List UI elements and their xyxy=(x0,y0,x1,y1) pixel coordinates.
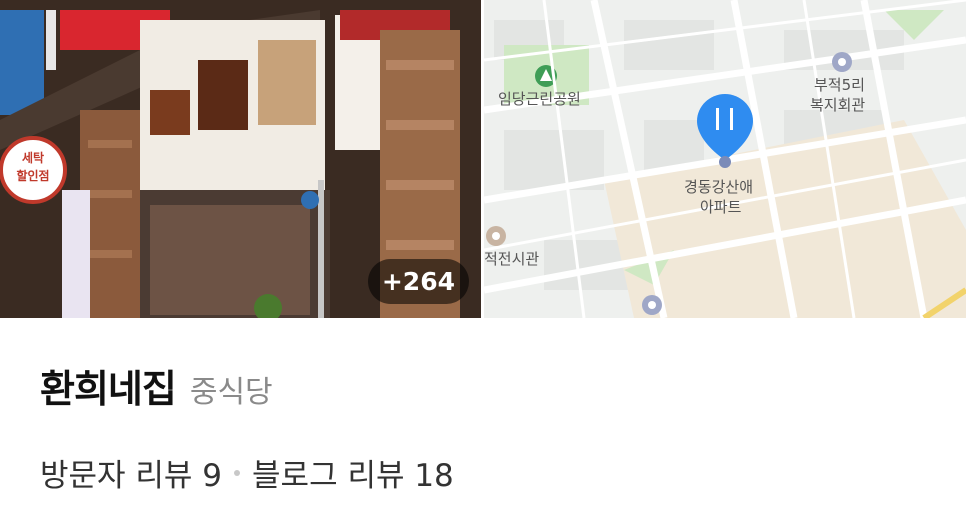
map-label-welfare-center-1: 부적5리 xyxy=(814,76,865,94)
visitor-review-link[interactable]: 방문자 리뷰 9 xyxy=(40,450,222,495)
map-thumbnail[interactable]: 임당근린공원 부적5리 복지회관 경동강산애 아파트 적전시관 xyxy=(484,0,966,318)
map-label-welfare-center-2: 복지회관 xyxy=(810,96,866,114)
laundry-sign-text-1: 세탁 xyxy=(22,150,44,165)
place-name: 환희네집 xyxy=(40,367,177,411)
map-label-hall: 적전시관 xyxy=(484,250,540,268)
map-label-park: 임당근린공원 xyxy=(498,90,581,108)
blog-review-link[interactable]: 블로그 리뷰 18 xyxy=(252,450,454,495)
place-category: 중식당 xyxy=(189,375,273,410)
map-label-apartment-2: 아파트 xyxy=(700,198,742,216)
map-label-apartment-1: 경동강산애 xyxy=(684,178,754,196)
map-image xyxy=(484,0,966,318)
review-summary: 방문자 리뷰 9 블로그 리뷰 18 xyxy=(40,450,454,495)
storefront-photo[interactable]: 세탁 할인점 +264 xyxy=(0,0,481,318)
laundry-sign-text-2: 할인점 xyxy=(16,168,49,183)
place-info: 환희네집 중식당 xyxy=(40,358,940,413)
photo-count-badge[interactable]: +264 xyxy=(367,259,469,304)
title-row: 환희네집 중식당 xyxy=(40,358,940,413)
photo-gallery: 세탁 할인점 +264 임당근린공원 부적5리 복지회관 경동강산애 아파트 적… xyxy=(0,0,966,318)
separator-dot xyxy=(234,469,241,476)
